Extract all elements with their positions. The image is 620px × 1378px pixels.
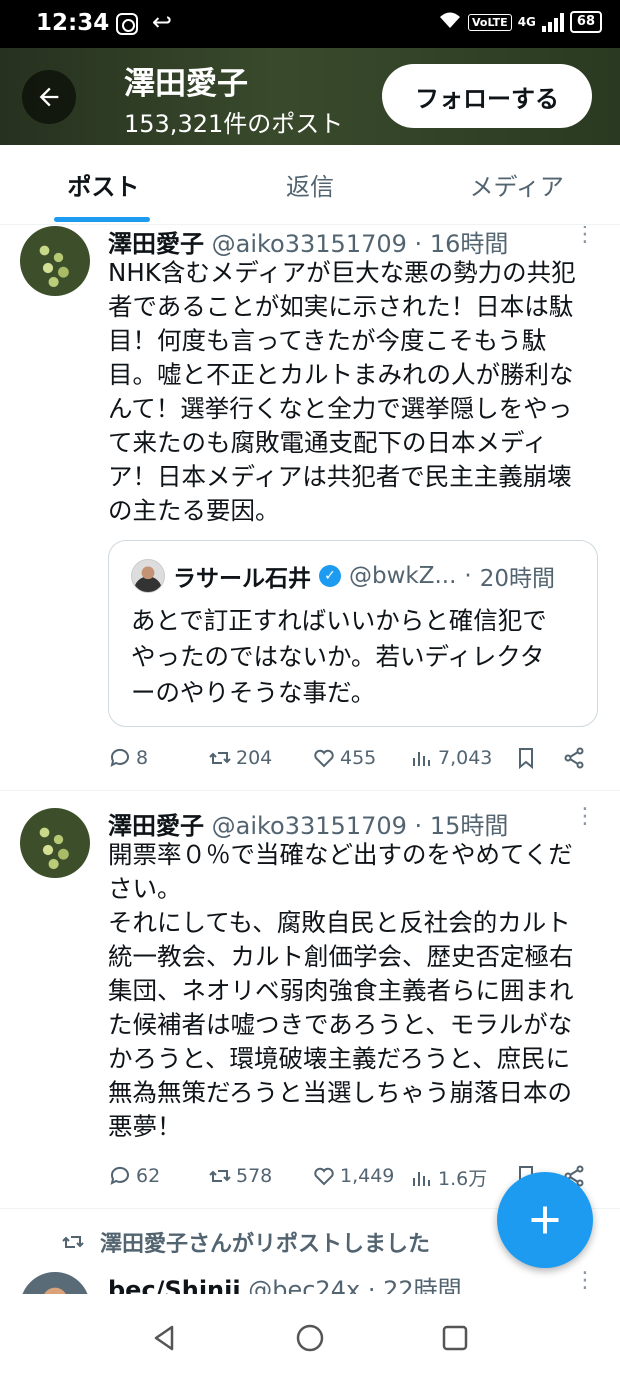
- status-time: 12:34: [36, 10, 110, 36]
- volte-badge: VoLTE: [468, 13, 512, 31]
- follow-button[interactable]: フォローする: [382, 64, 592, 128]
- more-options-icon[interactable]: ⋮: [574, 1270, 596, 1292]
- bookmark-button[interactable]: [514, 746, 538, 770]
- compose-button[interactable]: [497, 1172, 593, 1268]
- quoted-text: あとで訂正すればいいからと確信犯で やったのではないか。若いディレクタ ーのやり…: [131, 606, 547, 707]
- heart-icon: [314, 1167, 334, 1186]
- tweet-header: 澤田愛子 @aiko33151709 · 15時間: [108, 812, 509, 840]
- reply-count: 62: [136, 1165, 161, 1187]
- heart-icon: [314, 749, 334, 768]
- network-type: 4G: [517, 15, 536, 29]
- view-count: 7,043: [438, 747, 493, 769]
- share-button[interactable]: [562, 746, 586, 770]
- timeline: 澤田愛子 @aiko33151709 · 16時間 ⋮ NHK含むメディアが巨大…: [0, 226, 620, 1294]
- like-count: 1,449: [340, 1165, 395, 1187]
- plus-icon: [531, 1206, 559, 1234]
- repost-button[interactable]: 204: [208, 746, 272, 770]
- back-button[interactable]: [22, 70, 76, 124]
- like-button[interactable]: 455: [312, 746, 376, 770]
- profile-header: 澤田愛子 153,321件のポスト フォローする: [0, 48, 620, 145]
- tweet-divider: [0, 790, 620, 791]
- quoted-avatar: [131, 559, 165, 593]
- quoted-tweet[interactable]: ラサール石井 ✓ @bwkZ... · 20時間 あとで訂正すればいいからと確信…: [108, 540, 598, 727]
- tweet-time: 16時間: [429, 230, 509, 258]
- tweet-handle[interactable]: @aiko33151709: [212, 812, 407, 840]
- more-options-icon[interactable]: ⋮: [574, 806, 596, 828]
- tweet-time: 15時間: [429, 812, 509, 840]
- battery-indicator: 68: [569, 11, 602, 33]
- tweet[interactable]: 澤田愛子 @aiko33151709 · 15時間 ⋮ 開票率０％で当確など出す…: [0, 806, 620, 1208]
- like-count: 455: [340, 747, 377, 769]
- wifi-icon: [438, 10, 462, 34]
- tweet-author-name[interactable]: 澤田愛子: [108, 230, 204, 258]
- reply-button[interactable]: 8: [108, 746, 148, 770]
- repost-notice-text[interactable]: 澤田愛子さんがリポストしました: [100, 1226, 430, 1258]
- tweet-time: 22時間: [383, 1276, 462, 1294]
- status-indicators: VoLTE 4G 68: [438, 10, 602, 34]
- arrow-left-icon: [39, 87, 59, 107]
- system-nav-bar: [0, 1295, 620, 1378]
- tweet-header: 澤田愛子 @aiko33151709 · 16時間: [108, 230, 509, 258]
- quoted-handle: @bwkZ...: [349, 563, 457, 589]
- repost-count: 578: [236, 1165, 273, 1187]
- tweet-text: NHK含むメディアが巨大な悪の勢力の共犯 者であることが如実に示された！日本は駄…: [108, 258, 576, 525]
- verified-badge-icon: ✓: [319, 565, 341, 587]
- reply-arrow-icon: ↩: [152, 8, 173, 36]
- tweet[interactable]: 澤田愛子 @aiko33151709 · 16時間 ⋮ NHK含むメディアが巨大…: [0, 226, 620, 791]
- views-button[interactable]: 1.6万: [410, 1164, 487, 1191]
- more-options-icon[interactable]: ⋮: [574, 226, 596, 246]
- repost-icon: [209, 1170, 231, 1182]
- share-icon: [564, 747, 584, 769]
- avatar[interactable]: [20, 1272, 90, 1294]
- repost-count: 204: [236, 747, 273, 769]
- tweet-actions: 8 204 455 7,043: [108, 746, 598, 776]
- view-count: 1.6万: [438, 1168, 488, 1190]
- post-count: 153,321件のポスト: [124, 110, 344, 138]
- reply-count: 8: [136, 747, 149, 769]
- status-bar: 12:34 ↩ VoLTE 4G 68: [0, 0, 620, 48]
- like-button[interactable]: 1,449: [312, 1164, 394, 1188]
- tweet-handle[interactable]: @bec24x: [248, 1276, 360, 1294]
- tweet-author-name[interactable]: bec/Shinii: [108, 1276, 241, 1294]
- signal-icon: [541, 12, 564, 32]
- reply-button[interactable]: 62: [108, 1164, 160, 1188]
- tweet-text: 開票率０％で当確など出すのをやめてくだ さい。 それにしても、腐敗自民と反社会的…: [108, 840, 574, 1141]
- quoted-author-name: ラサール石井: [173, 566, 311, 592]
- profile-tabs: ポスト 返信 メディア: [0, 145, 620, 225]
- quoted-tweet-header: ラサール石井 ✓ @bwkZ... · 20時間: [131, 559, 555, 593]
- bookmark-icon: [519, 748, 533, 770]
- nav-recents-icon[interactable]: [440, 1323, 470, 1353]
- repost-notice: 澤田愛子さんがリポストしました: [60, 1226, 430, 1258]
- tweet-author-name[interactable]: 澤田愛子: [108, 812, 204, 840]
- repost-icon: [209, 752, 231, 764]
- profile-name: 澤田愛子: [124, 66, 248, 102]
- nav-back-icon[interactable]: [150, 1323, 180, 1353]
- reply-icon: [110, 1166, 129, 1185]
- tab-posts[interactable]: ポスト: [0, 145, 207, 224]
- quoted-time: 20時間: [479, 566, 556, 592]
- views-button[interactable]: 7,043: [410, 746, 492, 770]
- avatar[interactable]: [20, 226, 90, 296]
- tweet-header: bec/Shinii @bec24x · 22時間: [108, 1270, 600, 1294]
- repost-button[interactable]: 578: [208, 1164, 272, 1188]
- tweet[interactable]: bec/Shinii @bec24x · 22時間 ⋮: [0, 1270, 620, 1294]
- analytics-icon: [413, 1171, 430, 1186]
- nav-home-icon[interactable]: [295, 1323, 325, 1353]
- reply-icon: [110, 748, 129, 767]
- tab-media[interactable]: メディア: [413, 145, 620, 224]
- tweet-handle[interactable]: @aiko33151709: [212, 230, 407, 258]
- avatar[interactable]: [20, 808, 90, 878]
- repost-icon: [62, 1236, 84, 1248]
- analytics-icon: [413, 752, 430, 766]
- tab-replies[interactable]: 返信: [207, 145, 414, 224]
- instagram-icon: [116, 13, 138, 35]
